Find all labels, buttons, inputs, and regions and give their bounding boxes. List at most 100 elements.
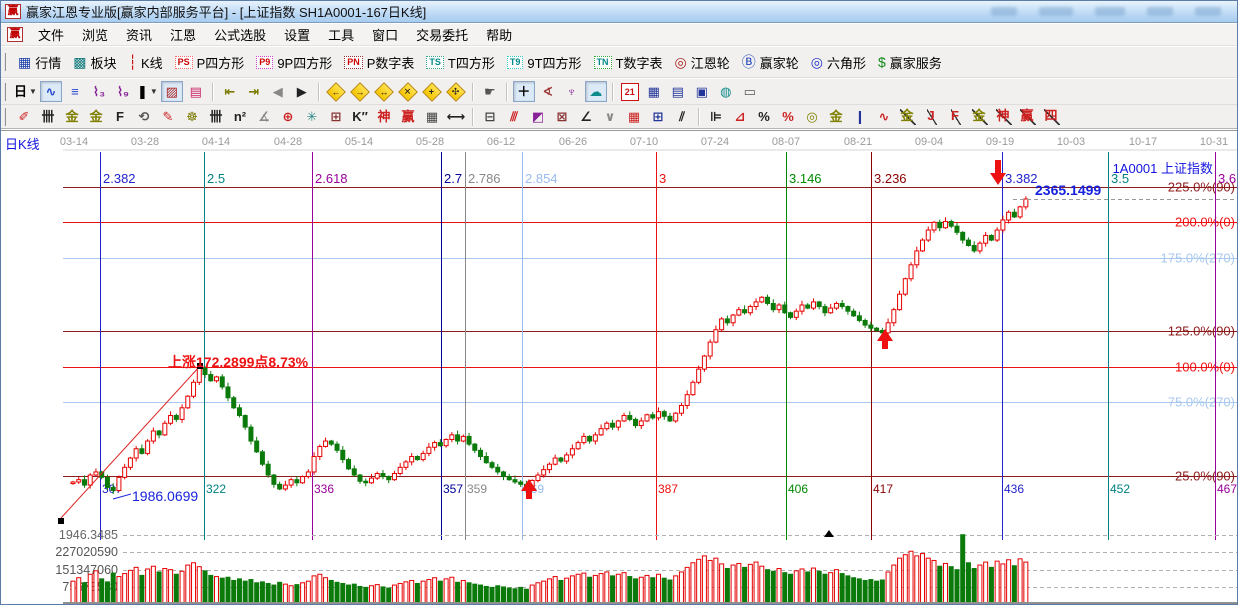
crosshair-tool-icon[interactable]: ＋ [513,81,535,102]
p-square-button[interactable]: PSP四方形 [169,51,251,74]
chart-pane[interactable]: 03-1403-2804-1404-2805-1405-2806-1206-26… [1,130,1238,605]
menu-item-工具[interactable]: 工具 [319,26,363,45]
ma3-icon[interactable]: ⌇₃ [88,81,110,102]
zoom-fit-all-icon[interactable]: ✣ [445,81,467,102]
trident-tool-icon[interactable]: ♆ [561,81,583,102]
shen-comb-icon[interactable]: 神 [373,106,395,127]
circle-gold-icon[interactable]: ◎ [801,106,823,127]
winner-wheel-button[interactable]: Ⓑ赢家轮 [736,51,805,74]
measure-box-icon[interactable]: ⊟ [479,106,501,127]
hand-tool-icon[interactable]: ☛ [479,81,501,102]
wave-v-icon[interactable]: ∨ [599,106,621,127]
angle-measure-icon[interactable]: ∢ [537,81,559,102]
save-icon[interactable]: ▣ [691,81,713,102]
line-gold-icon[interactable]: 金 [825,106,847,127]
comb-plain-icon[interactable]: 卌 [205,106,227,127]
gold-comb-icon[interactable]: 金 [61,106,83,127]
angle-line-icon[interactable]: ∠ [575,106,597,127]
t-number-table-button[interactable]: TNT数字表 [588,51,669,74]
menu-item-文件[interactable]: 文件 [29,26,73,45]
ying-comb-icon[interactable]: 赢 [397,106,419,127]
pen-ruler-icon[interactable]: ✎ [157,106,179,127]
zoom-in-all-icon[interactable]: + [421,81,443,102]
web-icon[interactable]: ◍ [715,81,737,102]
p9-square-button[interactable]: P99P四方形 [250,51,338,74]
angle-ruler-icon[interactable]: ∡ [253,106,275,127]
kline-button[interactable]: ┆K线 [123,51,169,74]
percent-icon[interactable]: % [753,106,775,127]
zoom-wave-icon[interactable]: ∿ [40,81,62,102]
j-angle-icon[interactable]: J [921,106,943,127]
zoom-out-all-icon[interactable]: ✕ [397,81,419,102]
quotes-button[interactable]: ▦行情 [12,51,67,74]
region-analysis-icon[interactable]: ▨ [161,81,183,102]
f-angle-icon[interactable]: F [945,106,967,127]
candle-style-dropdown[interactable]: ❚▼ [136,81,159,102]
ma9-icon[interactable]: ⌇₉ [112,81,134,102]
fib-f-comb-icon[interactable]: F [109,106,131,127]
period-day-dropdown[interactable]: 日▼ [13,81,38,102]
span-arrows-icon[interactable]: ⟷ [445,106,467,127]
menu-item-设置[interactable]: 设置 [275,26,319,45]
zoom-fit-h-icon[interactable]: ↔ [373,81,395,102]
ying-angle-icon[interactable]: 赢 [1017,106,1039,127]
draw-pen-icon[interactable]: ✐ [13,106,35,127]
web-grid-icon[interactable]: ⊞ [325,106,347,127]
calculator-icon[interactable]: ▦ [643,81,665,102]
fan-box-icon[interactable]: ◩ [527,106,549,127]
jump-first-icon[interactable]: ⇤ [219,81,241,102]
candle-pen-icon-glyph: ❙ [855,110,866,124]
t9-square-button[interactable]: T99T四方形 [501,51,588,74]
menu-item-公式选股[interactable]: 公式选股 [205,26,275,45]
sectors-button[interactable]: ▩板块 [67,51,122,74]
zoom-in-h-icon[interactable]: → [349,81,371,102]
fan-lines-icon[interactable]: ⫻ [503,106,525,127]
prev-bar-icon[interactable]: ◀ [267,81,289,102]
target-cross-icon[interactable]: ⊕ [277,106,299,127]
zoom-out-h-icon[interactable]: ← [325,81,347,102]
dot-grid-icon[interactable]: ⊞ [647,106,669,127]
percent-strike-icon[interactable]: ⊿ [729,106,751,127]
four-angle-icon[interactable]: 四 [1041,106,1063,127]
menu-item-交易委托[interactable]: 交易委托 [407,26,477,45]
wave-channel-icon[interactable]: ∿ [873,106,895,127]
red-grid-icon[interactable]: ▦ [623,106,645,127]
jump-last-icon[interactable]: ⇥ [243,81,265,102]
gold-comb2-icon[interactable]: 金 [85,106,107,127]
calendar-21-icon[interactable]: 21 [619,81,641,102]
shen-angle-icon[interactable]: 神 [993,106,1015,127]
scale-list-icon[interactable]: ⊫ [705,106,727,127]
next-bar-icon[interactable]: ▶ [291,81,313,102]
fan-web-icon[interactable]: ⊠ [551,106,573,127]
volume-bar [484,586,488,603]
grid-123-icon[interactable]: ▦ [421,106,443,127]
menu-item-江恩[interactable]: 江恩 [161,26,205,45]
web-star-icon[interactable]: ✳ [301,106,323,127]
gann-wheel-button[interactable]: ◎江恩轮 [669,51,736,74]
t-square-button[interactable]: TST四方形 [420,51,500,74]
menu-item-资讯[interactable]: 资讯 [117,26,161,45]
cycle-comb-icon[interactable]: 卌 [37,106,59,127]
percent-level-icon[interactable]: % [777,106,799,127]
spiral-icon[interactable]: ⟲ [133,106,155,127]
winner-service-button[interactable]: $赢家服务 [872,51,948,74]
printer-icon[interactable]: ▭ [739,81,761,102]
notes-icon[interactable]: ▤ [667,81,689,102]
n-squared-icon[interactable]: n² [229,106,251,127]
candle-pen-icon[interactable]: ❙ [849,106,871,127]
gold-line2-icon[interactable]: 金 [897,106,919,127]
cloud-pattern-icon[interactable]: ☁ [585,81,607,102]
candle [404,462,408,467]
cycle-circle-icon[interactable]: ☸ [181,106,203,127]
hexagon-button[interactable]: ◎六角形 [805,51,872,74]
info-note-icon[interactable]: ≡ [64,81,86,102]
menu-item-窗口[interactable]: 窗口 [363,26,407,45]
title-bar[interactable]: 赢 赢家江恩专业版[赢家内部服务平台] - [上证指数 SH1A0001-167… [1,1,1238,23]
profile-histogram-icon[interactable]: ▤ [185,81,207,102]
gold-angle-icon[interactable]: 金 [969,106,991,127]
menu-item-浏览[interactable]: 浏览 [73,26,117,45]
k-mark-icon[interactable]: K″ [349,106,371,127]
menu-item-帮助[interactable]: 帮助 [477,26,521,45]
p-number-table-button[interactable]: PNP数字表 [338,51,420,74]
triple-slash-icon[interactable]: ⫽ [671,106,693,127]
